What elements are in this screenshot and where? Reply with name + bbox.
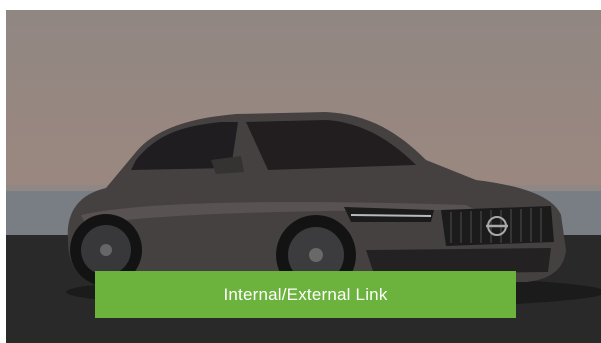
internal-external-link-button[interactable]: Internal/External Link xyxy=(95,271,516,318)
hero-card: Internal/External Link xyxy=(6,10,601,343)
